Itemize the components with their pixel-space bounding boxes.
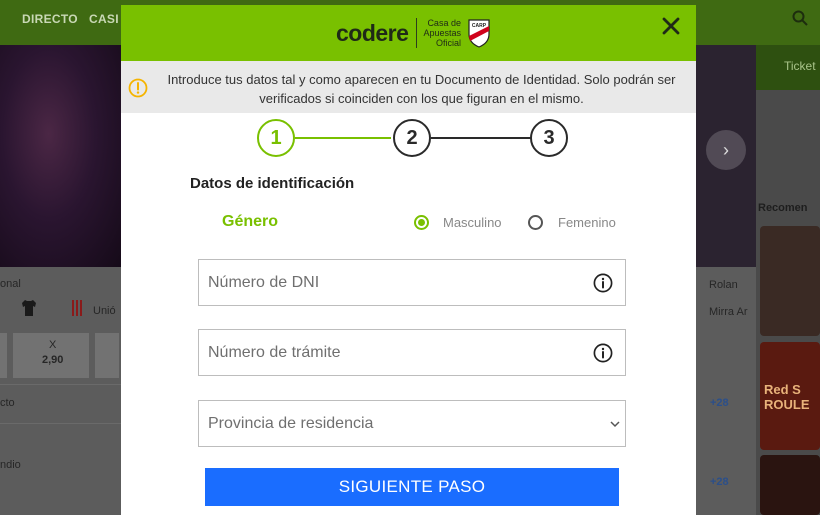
step-connector bbox=[295, 137, 391, 139]
divider bbox=[0, 423, 122, 424]
radio-label-masculino[interactable]: Masculino bbox=[443, 215, 502, 230]
bg-label-cto: cto bbox=[0, 397, 15, 409]
tramite-field bbox=[198, 329, 626, 376]
odds-cell-2[interactable] bbox=[95, 333, 122, 378]
hero-banner bbox=[0, 45, 122, 267]
step-2: 2 bbox=[393, 119, 431, 157]
section-title: Datos de identificación bbox=[190, 175, 355, 192]
ticket-tab[interactable]: Ticket bbox=[756, 45, 820, 90]
logo-divider bbox=[416, 18, 418, 48]
step-3: 3 bbox=[530, 119, 568, 157]
bg-label-onal: onal bbox=[0, 278, 21, 290]
recommended-heading: Recomen bbox=[758, 202, 808, 214]
dni-field bbox=[198, 259, 626, 306]
casino-game-tile[interactable] bbox=[760, 455, 820, 515]
step-connector bbox=[431, 137, 531, 139]
notice-text: Introduce tus datos tal y como aparecen … bbox=[167, 72, 676, 106]
info-icon[interactable] bbox=[593, 273, 613, 293]
search-icon[interactable] bbox=[792, 10, 808, 26]
more-markets-link[interactable]: +28 bbox=[710, 397, 729, 409]
divider bbox=[0, 384, 122, 385]
province-select-value: Provincia de residencia bbox=[208, 415, 374, 432]
progress-stepper: 1 2 3 bbox=[121, 117, 696, 161]
odds-value: 2,90 bbox=[42, 354, 64, 366]
warning-info-icon bbox=[128, 78, 148, 98]
radio-masculino[interactable] bbox=[414, 215, 429, 230]
odds-cell-1[interactable] bbox=[0, 333, 10, 378]
bg-label-mirra: Mirra Ar bbox=[709, 306, 748, 318]
odds-label-x: X bbox=[49, 339, 57, 351]
chevron-right-icon[interactable]: › bbox=[706, 130, 746, 170]
logo-wordmark: codere bbox=[336, 19, 409, 46]
radio-femenino[interactable] bbox=[528, 215, 543, 230]
next-step-button[interactable]: SIGUIENTE PASO bbox=[205, 468, 619, 506]
bg-label-ndio: ndio bbox=[0, 459, 21, 471]
river-plate-shield-icon: CARP bbox=[468, 19, 490, 48]
bg-label-rolan: Rolan bbox=[709, 279, 738, 291]
info-icon[interactable] bbox=[593, 343, 613, 363]
radio-label-femenino[interactable]: Femenino bbox=[558, 215, 616, 230]
brand-logo: codere Casa de Apuestas Oficial CARP bbox=[336, 15, 491, 51]
jersey-icon bbox=[22, 300, 36, 316]
identity-notice: Introduce tus datos tal y como aparecen … bbox=[121, 61, 696, 113]
nav-casino[interactable]: CASI bbox=[89, 12, 119, 26]
casino-game-title: Red S ROULE bbox=[764, 382, 810, 412]
close-icon[interactable] bbox=[660, 15, 682, 37]
svg-text:CARP: CARP bbox=[472, 23, 487, 29]
bg-label-union: Unió bbox=[93, 305, 116, 317]
chevron-down-icon bbox=[610, 421, 620, 428]
tramite-input[interactable] bbox=[199, 330, 625, 375]
dni-input[interactable] bbox=[199, 260, 625, 305]
province-select[interactable]: Provincia de residencia bbox=[198, 400, 626, 447]
nav-directo[interactable]: DIRECTO bbox=[22, 12, 78, 26]
casino-game-tile[interactable] bbox=[760, 226, 820, 336]
more-markets-link[interactable]: +28 bbox=[710, 476, 729, 488]
jersey-stripes-icon bbox=[72, 300, 82, 316]
modal-header: codere Casa de Apuestas Oficial CARP bbox=[121, 5, 696, 61]
logo-tagline: Casa de Apuestas Oficial bbox=[423, 18, 461, 48]
step-1: 1 bbox=[257, 119, 295, 157]
gender-label: Género bbox=[222, 213, 279, 230]
registration-modal: codere Casa de Apuestas Oficial CARP Int… bbox=[121, 5, 696, 515]
